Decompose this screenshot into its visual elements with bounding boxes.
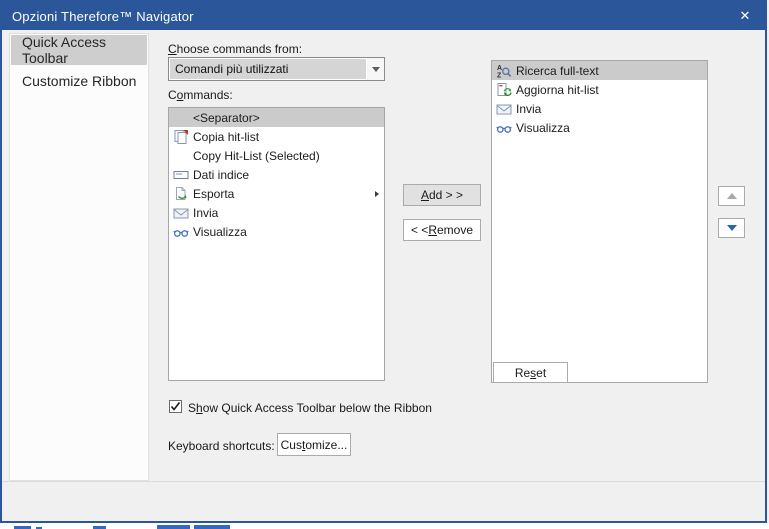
submenu-arrow-icon [375,190,384,197]
background-text-fragment [157,525,190,529]
list-item-label: Copy Hit-List (Selected) [193,148,320,163]
list-item[interactable]: Invia [169,203,384,222]
add-button[interactable]: Add > > [403,184,481,206]
commands-listbox[interactable]: <Separator> Copia hit-list Copy Hit-List (… [168,107,385,381]
checkmark-icon [170,402,181,411]
svg-text:A: A [497,65,502,72]
choose-commands-label: Choose commands from: [168,42,303,56]
list-item-label: Dati indice [193,167,250,182]
list-item[interactable]: Invia [492,99,707,118]
blank-icon-slot [172,110,190,126]
view-icon [495,120,513,136]
remove-button[interactable]: < < Remove [403,219,481,241]
list-item[interactable]: Copy Hit-List (Selected) [169,146,384,165]
sidebar-item-quick-access-toolbar[interactable]: Quick Access Toolbar [11,34,147,66]
keyboard-shortcuts-label: Keyboard shortcuts: [168,439,275,453]
screen: Opzioni Therefore™ Navigator ✕ Quick Acc… [0,0,769,529]
background-text-fragment [194,525,230,529]
up-arrow-icon [726,193,737,199]
dialog-body: Quick Access Toolbar Customize Ribbon Cho… [2,30,765,521]
list-item-label: Aggiorna hit-list [516,82,599,97]
customize-keyboard-button[interactable]: Cus t omize... [277,433,351,456]
toolbar-listbox[interactable]: A Z Ricerca full-text Aggiorna hit-list Invi… [491,60,708,383]
copy-hitlist-icon [172,129,190,145]
list-item-label: Visualizza [516,120,570,135]
blank-icon-slot [172,148,190,164]
dialog-footer: OK Cancel [2,481,765,521]
sidebar-item-customize-ribbon[interactable]: Customize Ribbon [11,66,147,96]
sidebar-item-label: Quick Access Toolbar [22,34,107,66]
svg-text:Z: Z [497,72,502,79]
dropdown-arrow-button[interactable] [367,58,384,80]
list-item-label: Ricerca full-text [516,63,599,78]
reset-button[interactable]: Re s et [493,362,568,383]
list-item[interactable]: Aggiorna hit-list [492,80,707,99]
show-qat-below-ribbon-checkbox[interactable] [169,400,182,413]
move-up-button[interactable] [718,186,745,206]
close-icon: ✕ [739,8,751,23]
list-item-label: Invia [516,101,542,116]
list-item-label: Visualizza [193,224,247,239]
background-window-sliver [0,523,769,529]
list-item[interactable]: A Z Ricerca full-text [492,61,707,80]
list-item-label: <Separator> [193,110,260,125]
list-item[interactable]: Visualizza [169,222,384,241]
dialog-title: Opzioni Therefore™ Navigator [12,8,194,24]
down-arrow-icon [726,225,737,231]
list-item-label: Esporta [193,186,235,201]
commands-source-dropdown[interactable]: Comandi più utilizzati [168,57,385,81]
list-item[interactable]: Copia hit-list [169,127,384,146]
list-item[interactable]: Esporta [169,184,384,203]
options-dialog: Opzioni Therefore™ Navigator ✕ Quick Acc… [0,0,767,523]
list-item[interactable]: <Separator> [169,108,384,127]
dropdown-value: Comandi più utilizzati [170,59,366,79]
move-down-button[interactable] [718,218,745,238]
titlebar: Opzioni Therefore™ Navigator ✕ [2,2,765,30]
index-data-icon [172,167,190,183]
sidebar-nav: Quick Access Toolbar Customize Ribbon [9,33,149,481]
list-item[interactable]: Visualizza [492,118,707,137]
view-icon [172,224,190,240]
fulltext-search-icon: AZ [495,63,513,79]
sidebar-item-label: Customize Ribbon [22,73,137,89]
list-item[interactable]: Dati indice [169,165,384,184]
refresh-hitlist-icon [495,82,513,98]
commands-label: Commands: [168,88,233,102]
show-qat-below-ribbon-label: Show Quick Access Toolbar below the Ribb… [188,401,432,415]
list-item-label: Copia hit-list [193,129,260,144]
send-icon [495,101,513,117]
send-icon [172,205,190,221]
export-icon [172,186,190,202]
close-button[interactable]: ✕ [725,2,765,30]
list-item-label: Invia [193,205,219,220]
dropdown-arrow-icon [371,66,380,72]
